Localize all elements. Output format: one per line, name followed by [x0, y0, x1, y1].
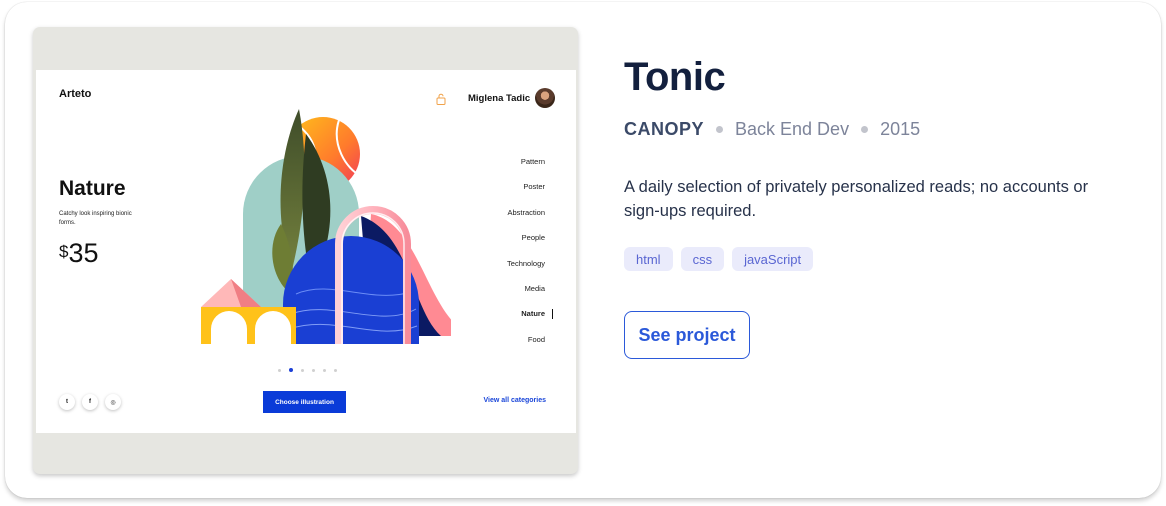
project-role: Back End Dev: [735, 119, 850, 139]
mock-price-currency: $: [59, 242, 69, 261]
preview-mockup: Arteto Miglena Tadic Nature Catchy look …: [36, 70, 576, 433]
mock-category-list: Pattern Poster Abstraction People Technology…: [455, 157, 553, 360]
mock-price: $ 35: [59, 237, 99, 269]
mock-category-item[interactable]: Abstraction: [455, 208, 545, 233]
mock-category-item[interactable]: Poster: [455, 182, 545, 207]
tech-tags: html css javaScript: [624, 247, 814, 271]
view-all-categories-link[interactable]: View all categories: [483, 397, 546, 404]
project-meta: CANOPY Back End Dev 2015: [624, 119, 920, 140]
carousel-dot[interactable]: [301, 368, 304, 372]
project-year: 2015: [880, 119, 921, 139]
active-category-indicator: [552, 309, 553, 320]
carousel-dot[interactable]: [312, 368, 315, 372]
tag-javascript: javaScript: [732, 247, 814, 271]
mock-product-description: Catchy look inspiring bionic forms.: [59, 211, 132, 226]
separator-dot: [716, 126, 724, 133]
mock-category-item[interactable]: Technology: [455, 259, 545, 284]
mock-category-item[interactable]: People: [455, 233, 545, 258]
mock-brand-logo: Arteto: [59, 88, 92, 100]
mock-category-item[interactable]: Nature: [455, 309, 553, 334]
mock-user-name: Miglena Tadic: [468, 93, 531, 104]
carousel-dot[interactable]: [278, 368, 281, 372]
carousel-dots: [278, 368, 337, 372]
facebook-icon[interactable]: f: [82, 394, 98, 410]
twitter-icon[interactable]: t: [59, 394, 75, 410]
carousel-dot[interactable]: [289, 368, 293, 372]
mock-product-title: Nature: [59, 177, 126, 200]
nature-illustration: [201, 109, 451, 344]
see-project-button[interactable]: See project: [624, 311, 750, 359]
instagram-icon[interactable]: ◎: [105, 394, 121, 410]
tag-css: css: [680, 247, 725, 271]
mock-category-item[interactable]: Food: [455, 335, 545, 360]
project-title: Tonic: [624, 55, 726, 99]
choose-illustration-button[interactable]: Choose illustration: [263, 391, 346, 413]
carousel-dot[interactable]: [323, 368, 326, 372]
separator-dot: [861, 126, 869, 133]
carousel-dot[interactable]: [334, 368, 337, 372]
project-preview: Arteto Miglena Tadic Nature Catchy look …: [33, 27, 578, 474]
project-card: Arteto Miglena Tadic Nature Catchy look …: [5, 2, 1161, 498]
project-description: A daily selection of privately personali…: [624, 178, 1089, 220]
mock-price-amount: 35: [68, 238, 99, 268]
mock-category-item[interactable]: Pattern: [455, 157, 545, 182]
avatar: [535, 88, 555, 108]
tag-html: html: [624, 247, 673, 271]
project-company: CANOPY: [624, 119, 705, 139]
social-links: t f ◎: [59, 394, 121, 410]
mock-category-item[interactable]: Media: [455, 284, 545, 309]
